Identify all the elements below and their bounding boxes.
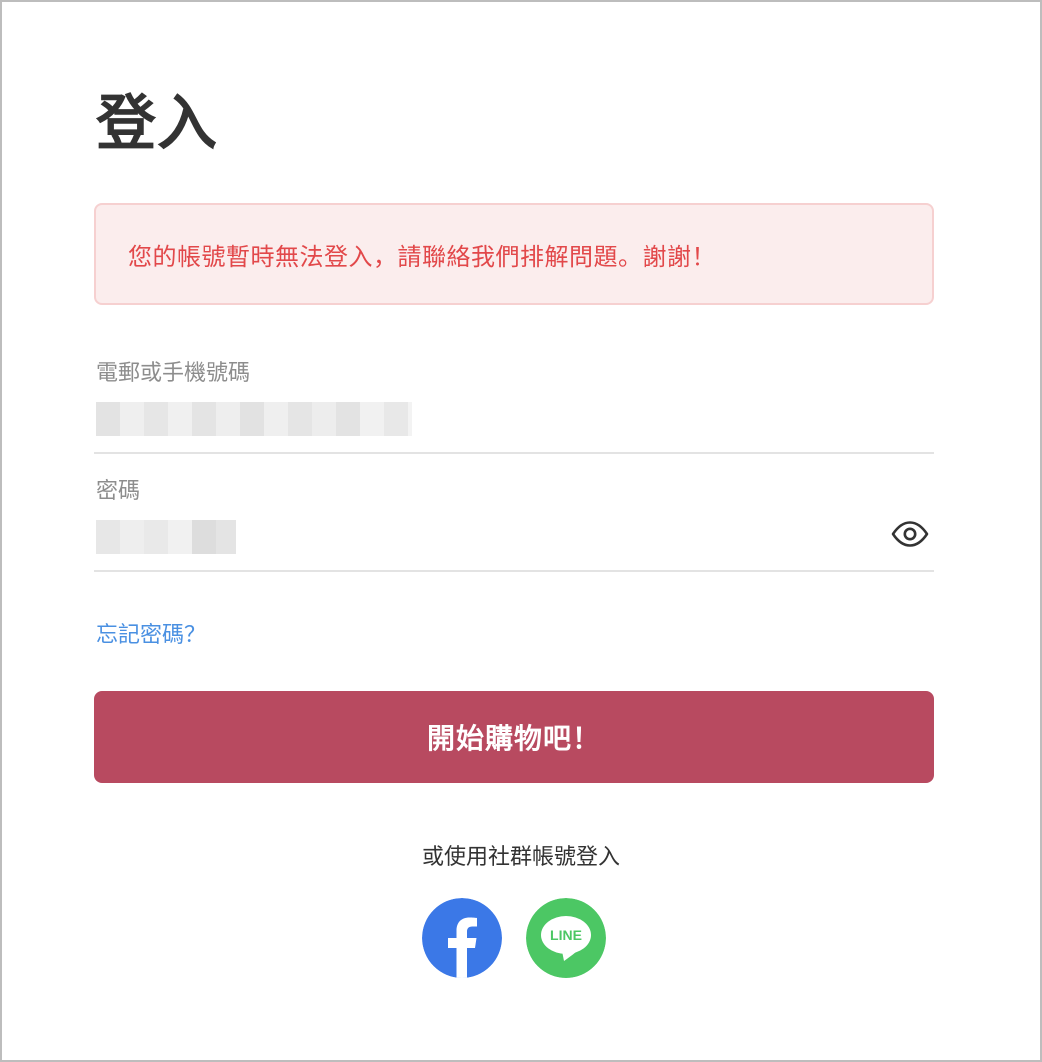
facebook-login-button[interactable]	[422, 898, 502, 978]
email-field: 電郵或手機號碼	[94, 358, 934, 454]
line-icon: LINE	[526, 898, 606, 978]
password-field: 密碼	[94, 476, 934, 572]
eye-icon	[891, 521, 929, 547]
line-logo-text: LINE	[550, 927, 582, 943]
forgot-password-link[interactable]: 忘記密碼？	[96, 620, 206, 652]
login-submit-button[interactable]: 開始購物吧！	[94, 691, 934, 783]
password-underline	[94, 570, 934, 572]
email-underline	[94, 452, 934, 454]
show-password-button[interactable]	[890, 518, 930, 550]
social-login-buttons: LINE	[422, 898, 606, 978]
email-label: 電郵或手機號碼	[96, 361, 251, 386]
email-input[interactable]	[96, 402, 416, 436]
password-label: 密碼	[96, 479, 141, 504]
error-message: 您的帳號暫時無法登入，請聯絡我們排解問題。謝謝！	[128, 242, 716, 271]
error-alert: 您的帳號暫時無法登入，請聯絡我們排解問題。謝謝！	[94, 203, 934, 305]
facebook-icon	[422, 898, 502, 978]
social-login-caption: 或使用社群帳號登入	[421, 845, 620, 870]
login-page: 登入 您的帳號暫時無法登入，請聯絡我們排解問題。謝謝！ 電郵或手機號碼 密碼 忘…	[0, 0, 1042, 1062]
page-title: 登入	[96, 89, 218, 159]
line-login-button[interactable]: LINE	[526, 898, 606, 978]
password-input[interactable]	[96, 520, 246, 554]
